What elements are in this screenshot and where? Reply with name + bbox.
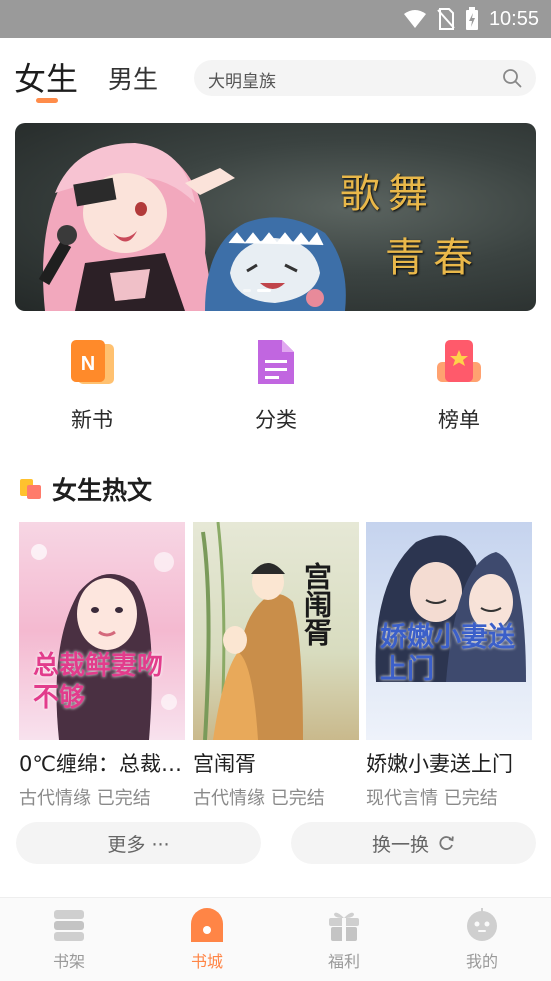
- book-card[interactable]: 娇嫩小妻送上门 娇嫩小妻送上门 现代言情 已完结: [366, 522, 532, 810]
- svg-text:N: N: [81, 353, 95, 375]
- refresh-button[interactable]: 换一换: [291, 822, 536, 864]
- banner-dot: [243, 289, 251, 292]
- bookstore-icon: [189, 908, 225, 942]
- status-bar: 10:55: [0, 0, 551, 38]
- book-genre: 现代言情: [366, 788, 438, 809]
- book-cover[interactable]: 总裁鲜妻吻不够: [19, 522, 185, 740]
- book-meta: 现代言情 已完结: [366, 784, 532, 810]
- book-genre: 古代情缘: [193, 788, 265, 809]
- banner-title-line1: 歌舞: [340, 171, 436, 217]
- book-title[interactable]: 宫闱胥: [193, 748, 359, 778]
- book-title[interactable]: 0℃缠绵：总裁鲜妻吻不够: [19, 748, 185, 778]
- promo-banner[interactable]: 歌舞 青春: [15, 123, 536, 311]
- nav-category[interactable]: 分类: [216, 330, 336, 434]
- bottom-nav: 书架 书城 福利 我的: [0, 897, 551, 981]
- status-time: 10:55: [488, 7, 539, 30]
- book-card[interactable]: 宫闱胥 宫闱胥 古代情缘 已完结: [193, 522, 359, 810]
- banner-title-line2: 青春: [385, 235, 481, 281]
- banner-pager: [243, 289, 271, 292]
- book-meta: 古代情缘 已完结: [19, 784, 185, 810]
- book-card[interactable]: 总裁鲜妻吻不够 0℃缠绵：总裁鲜妻吻不够 古代情缘 已完结: [19, 522, 185, 810]
- section-mark-icon: [20, 477, 44, 501]
- search-placeholder: 大明皇族: [208, 72, 276, 92]
- tab-active-indicator: [36, 98, 58, 103]
- book-status: 已完结: [270, 788, 325, 809]
- nav-new-books-label: 新书: [71, 408, 113, 432]
- top-tabs: 女生 男生 大明皇族: [0, 38, 551, 108]
- refresh-button-label: 换一换: [371, 833, 429, 856]
- wifi-icon: [403, 10, 426, 28]
- bottom-nav-bookstore[interactable]: 书城: [157, 908, 257, 972]
- no-sim-icon: [437, 8, 455, 30]
- category-icon: [250, 336, 302, 388]
- more-button[interactable]: 更多 ···: [16, 822, 261, 864]
- bottom-nav-mine[interactable]: 我的: [432, 908, 532, 972]
- tab-male[interactable]: 男生: [108, 60, 158, 96]
- nav-ranking[interactable]: 榜单: [399, 330, 519, 434]
- quick-nav: N 新书 分类 榜单: [0, 330, 551, 440]
- book-status: 已完结: [443, 788, 498, 809]
- ranking-icon: [433, 336, 485, 388]
- nav-new-books[interactable]: N 新书: [32, 330, 152, 434]
- banner-dot-active: [257, 289, 271, 292]
- search-input[interactable]: 大明皇族: [194, 60, 536, 96]
- bottom-nav-bookshelf[interactable]: 书架: [19, 908, 119, 972]
- bottom-nav-welfare-label: 福利: [327, 952, 360, 971]
- battery-charging-icon: [465, 7, 478, 30]
- book-meta: 古代情缘 已完结: [193, 784, 359, 810]
- cover-title: 总裁鲜妻吻不够: [33, 651, 164, 713]
- bottom-nav-bookshelf-label: 书架: [52, 952, 85, 971]
- cover-title: 宫闱胥: [300, 562, 333, 646]
- profile-icon: [464, 908, 500, 942]
- cover-illustration: [201, 522, 303, 740]
- bottom-nav-bookstore-label: 书城: [190, 952, 223, 971]
- status-icons: 10:55: [403, 0, 539, 38]
- nav-category-label: 分类: [255, 408, 297, 432]
- refresh-icon: [439, 836, 454, 850]
- tab-female[interactable]: 女生: [14, 54, 78, 100]
- cover-title: 娇嫩小妻送上门: [380, 622, 515, 685]
- bottom-nav-welfare[interactable]: 福利: [294, 908, 394, 972]
- bookshelf-icon: [51, 908, 87, 942]
- book-genre: 古代情缘: [19, 788, 91, 809]
- book-cover[interactable]: 娇嫩小妻送上门: [366, 522, 532, 740]
- section-header: 女生热文: [20, 472, 152, 506]
- book-status: 已完结: [96, 788, 151, 809]
- nav-ranking-label: 榜单: [438, 408, 480, 432]
- section-title: 女生热文: [52, 476, 153, 505]
- search-icon[interactable]: [502, 68, 522, 88]
- bottom-nav-mine-label: 我的: [465, 952, 498, 971]
- book-cover[interactable]: 宫闱胥: [193, 522, 359, 740]
- more-button-label: 更多 ···: [107, 833, 170, 856]
- book-title[interactable]: 娇嫩小妻送上门: [366, 748, 532, 778]
- new-book-icon: N: [66, 336, 118, 388]
- gift-icon: [326, 908, 362, 942]
